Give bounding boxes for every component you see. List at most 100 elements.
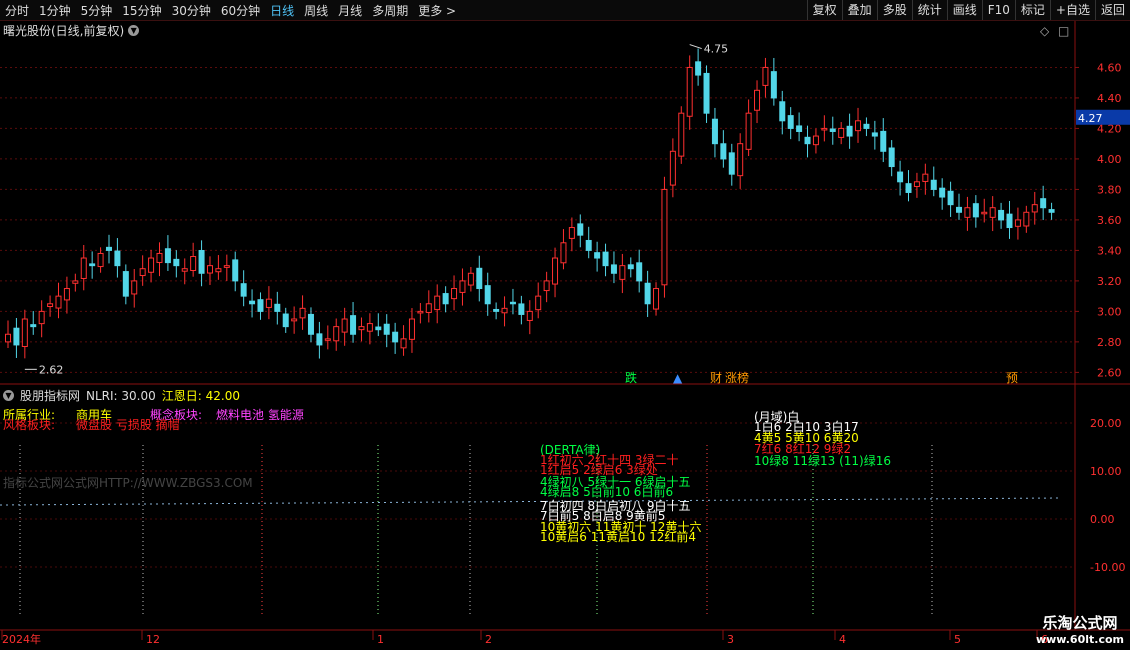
candle-body <box>198 249 205 274</box>
candle-body <box>829 128 836 132</box>
candle-body <box>880 130 887 152</box>
candles: 4.75 2.62 跌 ▲ 财涨榜 预 <box>5 43 1055 385</box>
candle-body <box>164 248 171 264</box>
price-tick-label: 3.00 <box>1097 305 1122 318</box>
candle-body <box>72 280 79 284</box>
candle-body <box>291 318 298 322</box>
candle-body <box>324 338 331 341</box>
toolbar-button[interactable]: 统计 <box>911 0 947 20</box>
period-tab[interactable]: 日线 <box>265 2 299 19</box>
candle-body <box>610 264 617 274</box>
candle-body <box>63 288 70 301</box>
indicator-series-line <box>0 497 1061 506</box>
price-tick-label: 3.20 <box>1097 275 1122 288</box>
candle-body <box>383 323 390 335</box>
candle-body <box>442 293 449 305</box>
toolbar-button[interactable]: 画线 <box>946 0 982 20</box>
candle-body <box>400 338 407 349</box>
candle-body <box>779 101 786 122</box>
candle-body <box>812 135 819 146</box>
period-tab[interactable]: 多周期 <box>367 2 413 19</box>
candle-body <box>653 288 660 310</box>
candle-body <box>240 283 247 297</box>
candle-body <box>989 207 996 218</box>
price-axis: 4.604.404.204.003.803.603.403.203.002.80… <box>1075 61 1130 379</box>
period-tab[interactable]: 30分钟 <box>167 2 216 19</box>
toolbar-buttons: 复权 叠加 多股 统计 画线 F10 标记 +自选 返回 <box>806 0 1130 20</box>
toolbar-button[interactable]: 多股 <box>876 0 912 20</box>
candle-body <box>787 115 794 129</box>
period-tab[interactable]: 1分钟 <box>34 2 76 19</box>
candle-body <box>232 259 239 282</box>
candle-body <box>568 227 575 239</box>
period-tab[interactable]: 月线 <box>333 2 367 19</box>
candle-body <box>897 171 904 183</box>
toolbar-button[interactable]: 叠加 <box>841 0 877 20</box>
period-tab[interactable]: 5分钟 <box>76 2 118 19</box>
style-label: 风格板块: <box>3 418 56 432</box>
period-tab[interactable]: 周线 <box>299 2 333 19</box>
chevron-down-icon[interactable]: ▼ <box>128 25 140 36</box>
chart-marker: 预 <box>1006 371 1018 385</box>
candle-body <box>249 300 256 305</box>
price-tick-label: 3.80 <box>1097 183 1122 196</box>
derta-row: 10黄启6 11黄启10 12红前4 <box>540 530 696 544</box>
candle-body <box>863 123 870 129</box>
candle-body <box>1031 204 1038 213</box>
price-tick-label: 4.00 <box>1097 153 1122 166</box>
candle-body <box>981 211 988 215</box>
time-tick-label: 12 <box>146 633 160 646</box>
period-tab[interactable]: 更多 > <box>413 2 461 19</box>
candle-body <box>476 267 483 290</box>
time-tick-label: 2024年 <box>2 632 41 646</box>
diamond-icon[interactable]: ◇ <box>1040 24 1049 38</box>
chart-marker: 涨榜 <box>725 370 749 385</box>
candle-body <box>131 280 138 295</box>
candle-body <box>366 323 373 332</box>
candle-body <box>206 265 213 274</box>
candle-body <box>711 118 718 145</box>
period-tabs: 分时 1分钟 5分钟 15分钟 30分钟 60分钟 日线 周线 月线 多周期 更多 > <box>0 2 461 19</box>
candle-body <box>552 257 559 285</box>
toolbar-button[interactable]: 复权 <box>806 0 842 20</box>
candle-body <box>156 252 163 263</box>
toolbar-button[interactable]: 返回 <box>1094 0 1130 20</box>
candle-body <box>678 112 685 157</box>
chart-marker: ▲ <box>673 371 683 385</box>
candle-body <box>80 257 87 279</box>
toolbar: 分时 1分钟 5分钟 15分钟 30分钟 60分钟 日线 周线 月线 多周期 更多 > 复权 叠加 多股… <box>0 0 1130 21</box>
period-tab[interactable]: 60分钟 <box>216 2 265 19</box>
price-tick-label: 3.60 <box>1097 214 1122 227</box>
price-tick-label: 2.80 <box>1097 336 1122 349</box>
high-marker-label: 4.75 <box>704 43 729 56</box>
candle-body <box>215 268 222 273</box>
toolbar-button[interactable]: F10 <box>981 0 1015 20</box>
candle-body <box>89 263 96 267</box>
candle-body <box>190 256 197 271</box>
candle-body <box>796 125 803 132</box>
huien-value: 江恩日: 42.00 <box>161 389 240 403</box>
style-value: 微盘股 亏损股 摘帽 <box>76 418 180 432</box>
time-axis: 2024年 12 1 2 3 4 5 6 <box>1 630 1048 646</box>
brand-name: 乐淘公式网 <box>1042 614 1118 632</box>
expand-icon[interactable]: □ <box>1058 24 1069 38</box>
nlri-value: NLRI: 30.00 <box>86 388 156 403</box>
toolbar-button[interactable]: 标记 <box>1014 0 1050 20</box>
candle-body <box>594 252 601 259</box>
candle-body <box>888 147 895 168</box>
time-tick-label: 5 <box>954 633 961 646</box>
candle-body <box>956 206 963 213</box>
candle-body <box>509 301 516 305</box>
period-tab[interactable]: 15分钟 <box>117 2 166 19</box>
toolbar-button[interactable]: +自选 <box>1049 0 1095 20</box>
candle-body <box>13 327 20 346</box>
candle-body <box>661 188 668 286</box>
chevron-down-icon[interactable]: ▼ <box>3 390 14 401</box>
period-tab[interactable]: 分时 <box>0 2 34 19</box>
chart-canvas[interactable]: 4.752.62跌 ▲ 财涨榜预 4.604.404.204.003.803.603… <box>0 0 1130 650</box>
candle-body <box>484 285 491 305</box>
candle-body <box>627 264 634 270</box>
candle-body <box>47 303 54 308</box>
candle-body <box>745 112 752 150</box>
chart-marker: 跌 <box>625 370 637 385</box>
